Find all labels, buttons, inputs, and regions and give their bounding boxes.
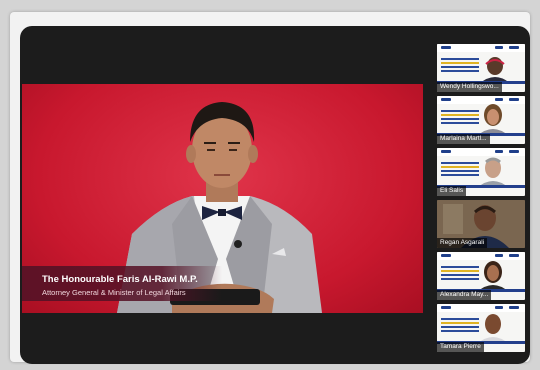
- participant-tile[interactable]: Marlaina Martl...: [437, 96, 525, 144]
- participant-name: Wendy Hollingswo...: [437, 82, 502, 92]
- participant-name: Tamara Pierre: [437, 342, 484, 352]
- speaker-title: Attorney General & Minister of Legal Aff…: [42, 288, 186, 297]
- participant-name: Regan Asgarali: [437, 238, 488, 248]
- participant-name: Marlaina Martl...: [437, 134, 490, 144]
- speaker-name: The Honourable Faris Al-Rawi M.P.: [42, 274, 198, 285]
- participant-tile[interactable]: Eli Salis: [437, 148, 525, 196]
- participant-tile[interactable]: Regan Asgarali: [437, 200, 525, 248]
- participant-tile[interactable]: Alexandra May...: [437, 252, 525, 300]
- participant-name: Alexandra May...: [437, 290, 492, 300]
- participant-tile[interactable]: Tamara Pierre: [437, 304, 525, 352]
- participant-name: Eli Salis: [437, 186, 467, 196]
- main-speaker-video[interactable]: The Honourable Faris Al-Rawi M.P. Attorn…: [22, 84, 423, 313]
- participant-tile[interactable]: Wendy Hollingswo...: [437, 44, 525, 92]
- meeting-window: The Honourable Faris Al-Rawi M.P. Attorn…: [20, 26, 530, 364]
